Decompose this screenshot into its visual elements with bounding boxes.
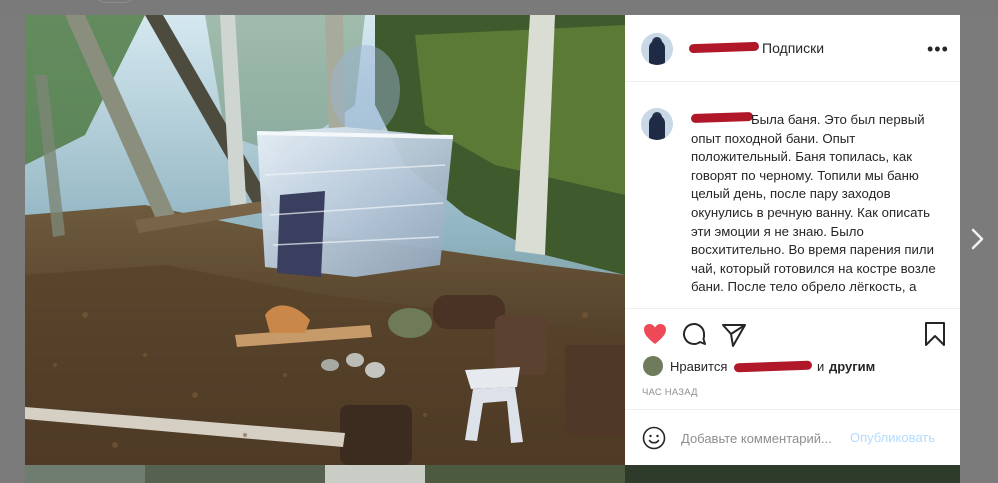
post-timestamp[interactable]: ЧАС НАЗАД <box>642 387 698 398</box>
caption-author-avatar[interactable] <box>641 108 673 140</box>
author-name-redacted <box>688 41 760 54</box>
post-header: Подписки ••• <box>625 15 960 82</box>
comment-input[interactable] <box>681 429 851 447</box>
post-actions <box>625 320 960 350</box>
likes-conjunction: и <box>817 359 825 374</box>
chevron-right-icon[interactable] <box>968 224 988 254</box>
like-heart-icon[interactable] <box>641 320 669 348</box>
save-bookmark-icon[interactable] <box>921 320 949 348</box>
follow-status[interactable]: Подписки <box>762 40 824 56</box>
post-side-panel: Подписки ••• Была баня. Это был первый о… <box>625 15 960 465</box>
next-post-preview <box>25 465 960 483</box>
forest-banya-scene <box>25 15 625 465</box>
emoji-smiley-icon[interactable] <box>642 426 666 450</box>
post-caption: Была баня. Это был первый опыт походной … <box>625 82 960 309</box>
share-paper-plane-icon[interactable] <box>720 320 748 348</box>
liker-avatar[interactable] <box>643 356 663 376</box>
liker-name-redacted[interactable] <box>733 360 813 373</box>
likes-summary: Нравится и другим <box>643 356 943 376</box>
add-comment-row: Опубликовать <box>625 409 960 466</box>
page-top-strip <box>0 0 998 14</box>
comment-icon[interactable] <box>680 320 708 348</box>
likes-others-link[interactable]: другим <box>829 359 875 374</box>
post-photo[interactable] <box>25 15 625 465</box>
more-options-icon[interactable]: ••• <box>927 39 949 60</box>
caption-text: Была баня. Это был первый опыт походной … <box>691 112 936 295</box>
likes-prefix: Нравится <box>670 359 728 374</box>
publish-button[interactable]: Опубликовать <box>850 430 935 445</box>
author-avatar[interactable] <box>641 33 673 65</box>
